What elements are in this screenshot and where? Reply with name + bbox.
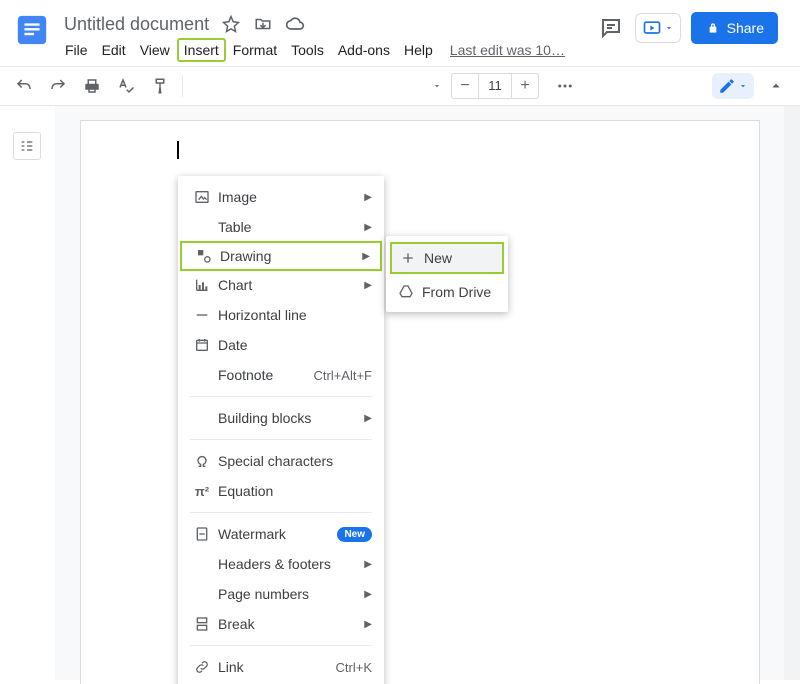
menu-insert[interactable]: Insert bbox=[177, 38, 226, 62]
docs-logo[interactable] bbox=[12, 10, 52, 50]
font-size-decrease[interactable]: − bbox=[452, 74, 478, 98]
present-button[interactable] bbox=[635, 13, 681, 43]
insert-table[interactable]: Table▶ bbox=[178, 212, 384, 242]
outline-toggle-icon[interactable] bbox=[13, 132, 41, 160]
menu-edit[interactable]: Edit bbox=[95, 38, 133, 62]
menu-addons[interactable]: Add-ons bbox=[331, 38, 397, 62]
insert-drawing[interactable]: Drawing▶ bbox=[180, 241, 382, 271]
insert-break[interactable]: Break▶ bbox=[178, 609, 384, 639]
star-icon[interactable] bbox=[217, 10, 245, 38]
menubar: File Edit View Insert Format Tools Add-o… bbox=[56, 38, 597, 66]
insert-headers-footers[interactable]: Headers & footers▶ bbox=[178, 549, 384, 579]
undo-icon[interactable] bbox=[10, 72, 38, 100]
plus-icon bbox=[400, 250, 416, 266]
insert-horizontal-line[interactable]: Horizontal line bbox=[178, 300, 384, 330]
menu-tools[interactable]: Tools bbox=[284, 38, 331, 62]
move-icon[interactable] bbox=[249, 10, 277, 38]
font-size-control: − 11 + bbox=[451, 73, 539, 99]
comment-history-icon[interactable] bbox=[597, 14, 625, 42]
toolbar: − 11 + bbox=[0, 66, 800, 106]
separator bbox=[182, 75, 183, 97]
drawing-submenu: New From Drive bbox=[386, 236, 508, 312]
collapse-icon[interactable] bbox=[762, 72, 790, 100]
insert-footnote[interactable]: FootnoteCtrl+Alt+F bbox=[178, 360, 384, 390]
new-badge: New bbox=[337, 527, 372, 542]
insert-special-characters[interactable]: Special characters bbox=[178, 446, 384, 476]
print-icon[interactable] bbox=[78, 72, 106, 100]
spellcheck-icon[interactable] bbox=[112, 72, 140, 100]
more-icon[interactable] bbox=[551, 72, 579, 100]
share-button[interactable]: Share bbox=[691, 12, 778, 44]
insert-building-blocks[interactable]: Building blocks▶ bbox=[178, 403, 384, 433]
menu-help[interactable]: Help bbox=[397, 38, 440, 62]
insert-watermark[interactable]: WatermarkNew bbox=[178, 519, 384, 549]
menu-format[interactable]: Format bbox=[226, 38, 284, 62]
drawing-from-drive[interactable]: From Drive bbox=[386, 276, 508, 308]
share-label: Share bbox=[727, 20, 764, 36]
font-size-increase[interactable]: + bbox=[512, 74, 538, 98]
text-cursor bbox=[177, 141, 179, 159]
paint-format-icon[interactable] bbox=[146, 72, 174, 100]
dropdown-caret-icon[interactable] bbox=[432, 81, 442, 91]
scrollbar[interactable] bbox=[784, 106, 800, 680]
document-title[interactable]: Untitled document bbox=[60, 12, 213, 37]
menu-view[interactable]: View bbox=[133, 38, 177, 62]
insert-menu: Image▶ Table▶ Drawing▶ Chart▶ Horizontal… bbox=[178, 176, 384, 684]
cloud-status-icon[interactable] bbox=[281, 10, 309, 38]
menu-file[interactable]: File bbox=[58, 38, 95, 62]
insert-link[interactable]: LinkCtrl+K bbox=[178, 652, 384, 682]
insert-date[interactable]: Date bbox=[178, 330, 384, 360]
drawing-new[interactable]: New bbox=[390, 242, 504, 274]
drive-icon bbox=[398, 284, 414, 300]
insert-page-numbers[interactable]: Page numbers▶ bbox=[178, 579, 384, 609]
insert-chart[interactable]: Chart▶ bbox=[178, 270, 384, 300]
last-edit-link[interactable]: Last edit was 10… bbox=[450, 42, 565, 58]
insert-equation[interactable]: π²Equation bbox=[178, 476, 384, 506]
redo-icon[interactable] bbox=[44, 72, 72, 100]
editing-mode-button[interactable] bbox=[712, 73, 754, 99]
insert-image[interactable]: Image▶ bbox=[178, 182, 384, 212]
font-size-value[interactable]: 11 bbox=[478, 74, 512, 98]
